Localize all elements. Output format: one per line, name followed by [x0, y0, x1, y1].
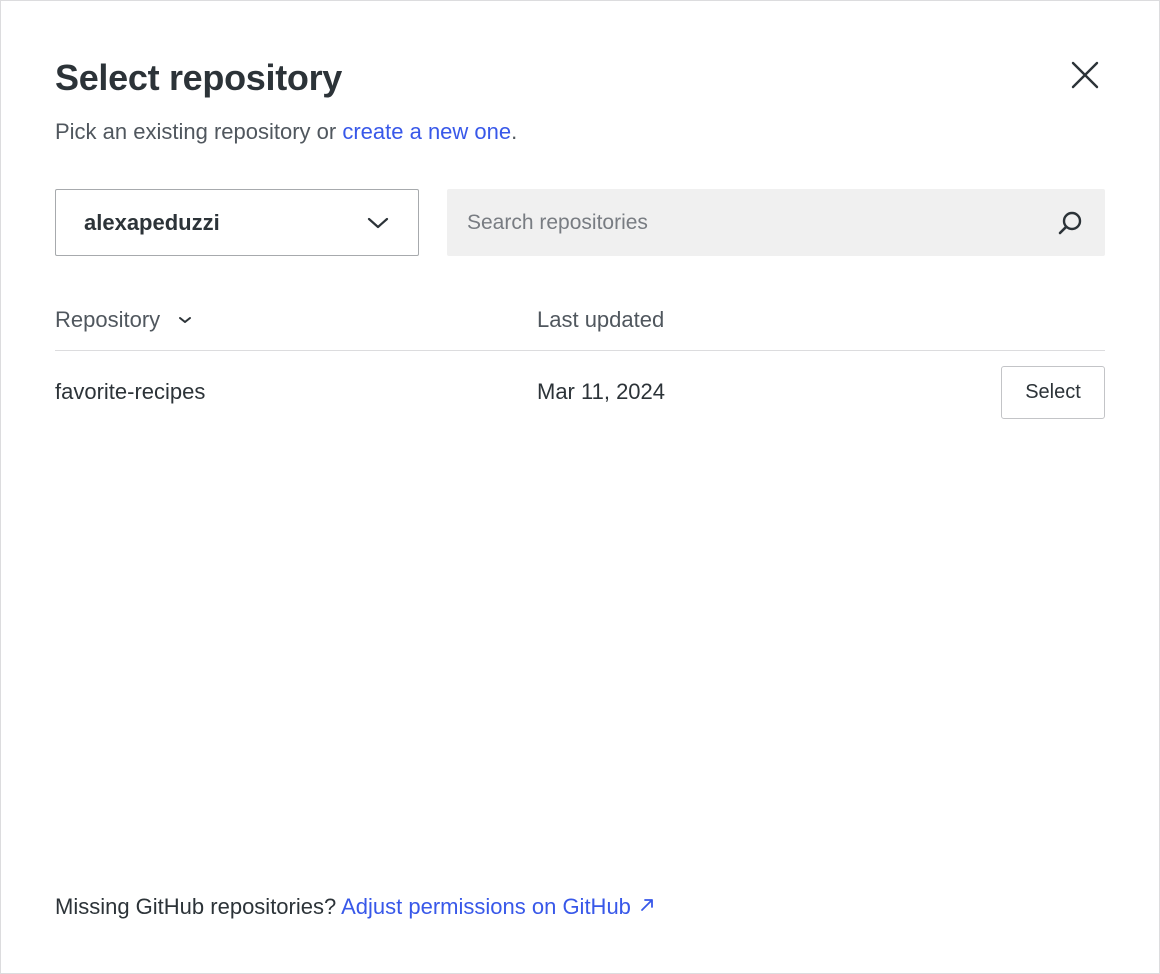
- search-box: [447, 189, 1105, 256]
- select-repository-button[interactable]: Select: [1001, 366, 1105, 419]
- dialog-title: Select repository: [55, 57, 343, 98]
- subtitle-text: Pick an existing repository or: [55, 119, 343, 144]
- footer-note: Missing GitHub repositories? Adjust perm…: [55, 892, 655, 922]
- create-new-repository-link[interactable]: create a new one: [342, 119, 511, 144]
- table-row: favorite-recipes Mar 11, 2024 Select: [55, 351, 1105, 433]
- repository-table: Repository Last updated favorite-recipes…: [55, 291, 1105, 433]
- account-select[interactable]: alexapeduzzi: [55, 189, 419, 256]
- chevron-down-icon: [366, 216, 390, 230]
- repository-column-label: Repository: [55, 307, 161, 332]
- last-updated-column-header: Last updated: [537, 307, 665, 332]
- close-button[interactable]: [1061, 51, 1109, 99]
- account-select-value: alexapeduzzi: [84, 209, 220, 235]
- sort-chevron-icon: [178, 315, 192, 325]
- subtitle-period: .: [511, 119, 518, 144]
- dialog-subtitle: Pick an existing repository or create a …: [55, 117, 517, 147]
- adjust-permissions-link[interactable]: Adjust permissions on GitHub: [341, 894, 655, 919]
- repository-last-updated: Mar 11, 2024: [537, 379, 666, 404]
- close-icon: [1070, 60, 1100, 90]
- search-input[interactable]: [467, 210, 1055, 235]
- select-repository-dialog: Select repository Pick an existing repos…: [0, 0, 1160, 974]
- footer-text: Missing GitHub repositories?: [55, 894, 342, 919]
- adjust-permissions-label: Adjust permissions on GitHub: [341, 894, 631, 919]
- external-link-icon: [639, 891, 655, 921]
- repository-name: favorite-recipes: [55, 379, 206, 404]
- search-icon[interactable]: [1055, 208, 1085, 238]
- table-header: Repository Last updated: [55, 291, 1105, 351]
- repository-column-header[interactable]: Repository: [55, 305, 192, 335]
